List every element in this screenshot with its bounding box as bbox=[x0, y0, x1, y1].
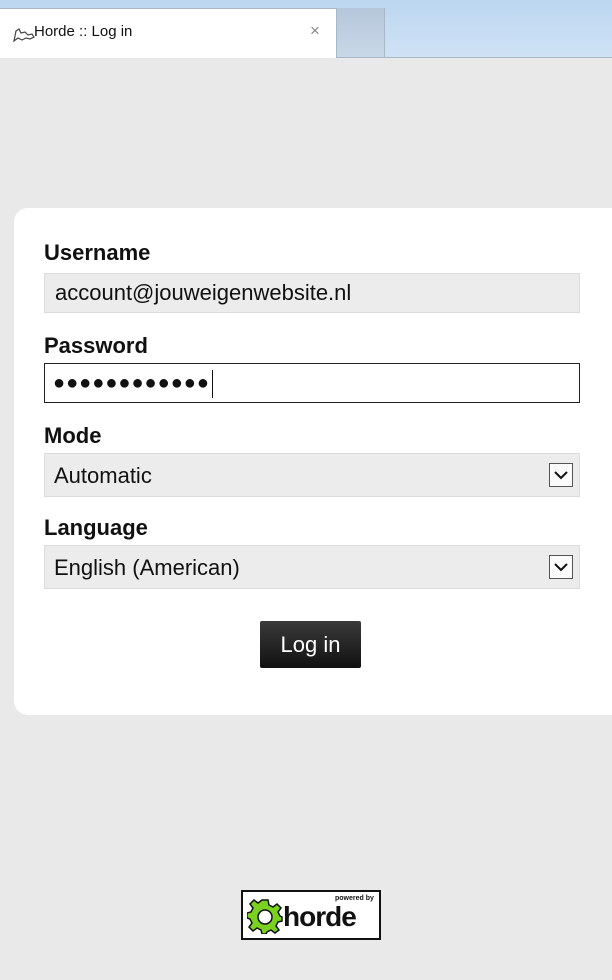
chevron-down-icon[interactable] bbox=[549, 555, 573, 579]
mode-label: Mode bbox=[44, 423, 102, 448]
mode-select-value: Automatic bbox=[54, 463, 152, 488]
username-label: Username bbox=[44, 240, 151, 265]
close-icon[interactable]: × bbox=[310, 21, 320, 41]
gear-icon bbox=[246, 898, 283, 939]
login-card: Username account@jouweigenwebsite.nl Pas… bbox=[14, 208, 612, 715]
browser-tab[interactable]: Horde :: Log in × bbox=[0, 8, 337, 58]
language-label: Language bbox=[44, 515, 148, 540]
horde-brand-text: horde bbox=[283, 901, 357, 932]
text-caret bbox=[211, 369, 213, 398]
password-field[interactable]: ●●●●●●●●●●●● bbox=[44, 363, 580, 403]
horde-favicon-icon bbox=[13, 27, 35, 43]
password-mask: ●●●●●●●●●●●● bbox=[53, 372, 210, 394]
language-select[interactable]: English (American) bbox=[44, 545, 580, 589]
password-label: Password bbox=[44, 333, 148, 358]
tab-title: Horde :: Log in bbox=[34, 23, 133, 40]
mode-select[interactable]: Automatic bbox=[44, 453, 580, 497]
browser-tab-strip: Horde :: Log in × bbox=[0, 0, 612, 58]
username-field[interactable]: account@jouweigenwebsite.nl bbox=[44, 273, 580, 313]
tab-strip-divider bbox=[337, 57, 612, 58]
login-button[interactable]: Log in bbox=[260, 621, 361, 668]
language-select-value: English (American) bbox=[54, 555, 240, 580]
chevron-down-icon[interactable] bbox=[549, 463, 573, 487]
new-tab-button[interactable] bbox=[337, 8, 385, 58]
powered-by-horde-logo[interactable]: powered by horde bbox=[241, 890, 381, 940]
